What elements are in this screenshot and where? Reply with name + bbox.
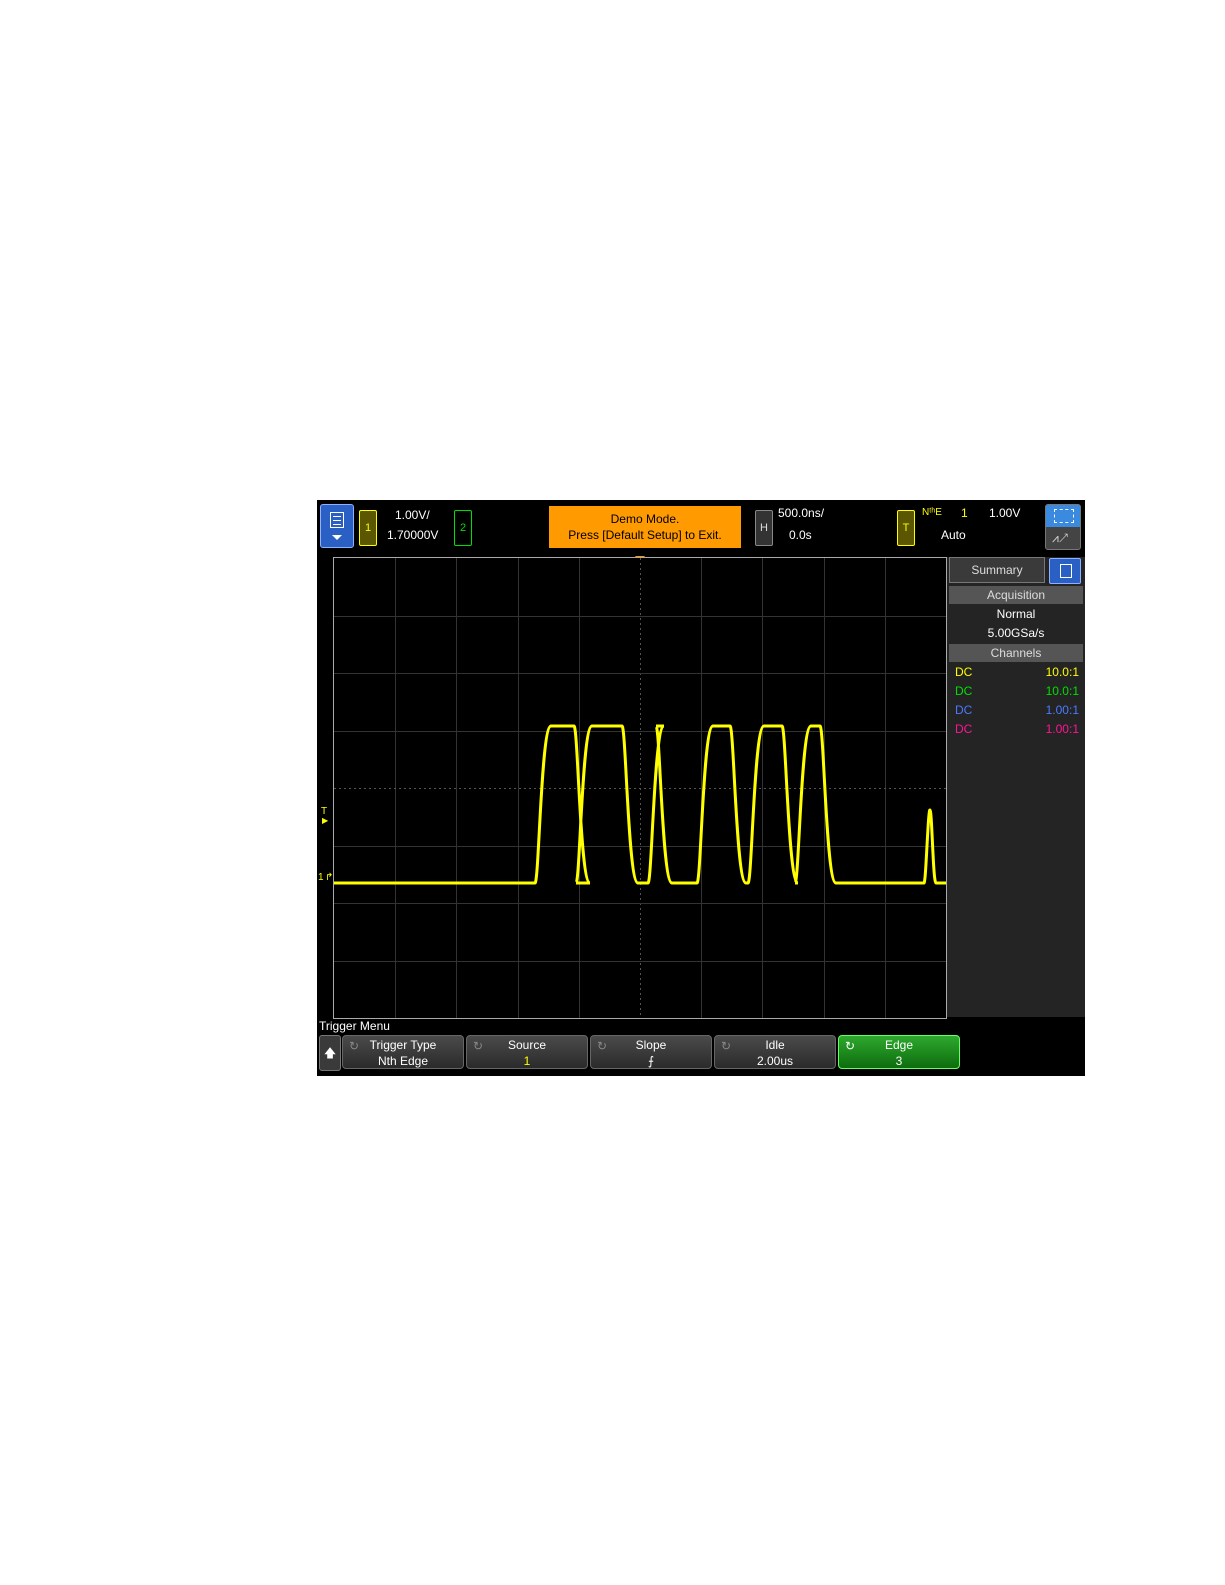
ch1-scale: 1.00V/	[395, 508, 430, 522]
trigger-type-softkey[interactable]: ↻ Trigger Type Nth Edge	[342, 1035, 464, 1069]
acquisition-header: Acquisition	[949, 586, 1083, 604]
tab-summary[interactable]: Summary	[949, 557, 1045, 583]
softkey-label: Idle	[765, 1038, 785, 1052]
softkey-label: Edge	[884, 1038, 914, 1052]
demo-line-2: Press [Default Setup] to Exit.	[568, 528, 722, 542]
slope-softkey[interactable]: ↻ Slope ⨍	[590, 1035, 712, 1069]
oscilloscope-display: 1 1.00V/ 1.70000V 2 Demo Mode. Press [De…	[317, 500, 1085, 1076]
softkey-value: 3	[895, 1054, 903, 1068]
sample-rate: 5.00GSa/s	[987, 626, 1045, 640]
channel-coupling: DC	[955, 703, 973, 717]
menu-title: Trigger Menu	[319, 1019, 390, 1033]
channel-2-button[interactable]: 2	[454, 510, 472, 546]
acquisition-mode: Normal	[996, 607, 1036, 621]
waveform-screen[interactable]	[333, 557, 947, 1019]
source-softkey[interactable]: ↻ Source 1	[466, 1035, 588, 1069]
trigger-level-arrow-icon: ▶	[322, 816, 329, 825]
channels-header: Channels	[949, 644, 1083, 662]
trigger-button[interactable]: T	[897, 510, 915, 546]
channel-probe-ratio: 10.0:1	[1045, 665, 1079, 679]
softkey-value: 1	[523, 1054, 531, 1068]
softkey-label: Trigger Type	[369, 1038, 437, 1052]
trigger-source: 1	[961, 506, 968, 520]
back-button[interactable]: 🡅	[319, 1035, 341, 1071]
horizontal-delay: 0.0s	[789, 528, 812, 542]
channel-coupling: DC	[955, 665, 973, 679]
waveform-icon: ⩘↗	[1052, 531, 1069, 545]
demo-line-1: Demo Mode.	[610, 512, 680, 526]
panel-menu-button[interactable]	[1049, 558, 1081, 584]
channel-probe-ratio: 1.00:1	[1045, 722, 1079, 736]
demo-mode-banner: Demo Mode. Press [Default Setup] to Exit…	[549, 506, 741, 548]
graticule	[334, 558, 946, 1018]
ground-marker: 1	[318, 872, 324, 883]
softkey-label: Source	[507, 1038, 547, 1052]
softkey-label: Slope	[635, 1038, 667, 1052]
menu-icon	[330, 512, 344, 528]
horizontal-scale: 500.0ns/	[778, 506, 825, 520]
channel-1-button[interactable]: 1	[359, 510, 377, 546]
idle-softkey[interactable]: ↻ Idle 2.00us	[714, 1035, 836, 1069]
channel-coupling: DC	[955, 684, 973, 698]
softkey-value: ⨍	[647, 1054, 655, 1068]
softkey-value: Nth Edge	[377, 1054, 429, 1068]
zoom-selection-icon	[1054, 509, 1074, 523]
horizontal-button[interactable]: H	[755, 510, 773, 546]
summary-panel: Summary Acquisition Normal 5.00GSa/s Cha…	[947, 557, 1085, 1017]
zoom-button[interactable]: ⩘↗	[1045, 504, 1081, 550]
channel-probe-ratio: 10.0:1	[1045, 684, 1079, 698]
edge-softkey[interactable]: ↻ Edge 3	[838, 1035, 960, 1069]
main-menu-button[interactable]	[320, 504, 354, 548]
ch1-offset: 1.70000V	[387, 528, 439, 542]
channel-coupling: DC	[955, 722, 973, 736]
channel-probe-ratio: 1.00:1	[1045, 703, 1079, 717]
chevron-down-icon	[332, 535, 342, 540]
trigger-type: NᵗʰE	[922, 507, 942, 518]
menu-icon	[1060, 564, 1072, 578]
arrow-up-icon: 🡅	[323, 1046, 337, 1060]
trigger-level: 1.00V	[989, 506, 1021, 520]
trigger-mode: Auto	[941, 528, 966, 542]
softkey-value: 2.00us	[756, 1054, 794, 1068]
